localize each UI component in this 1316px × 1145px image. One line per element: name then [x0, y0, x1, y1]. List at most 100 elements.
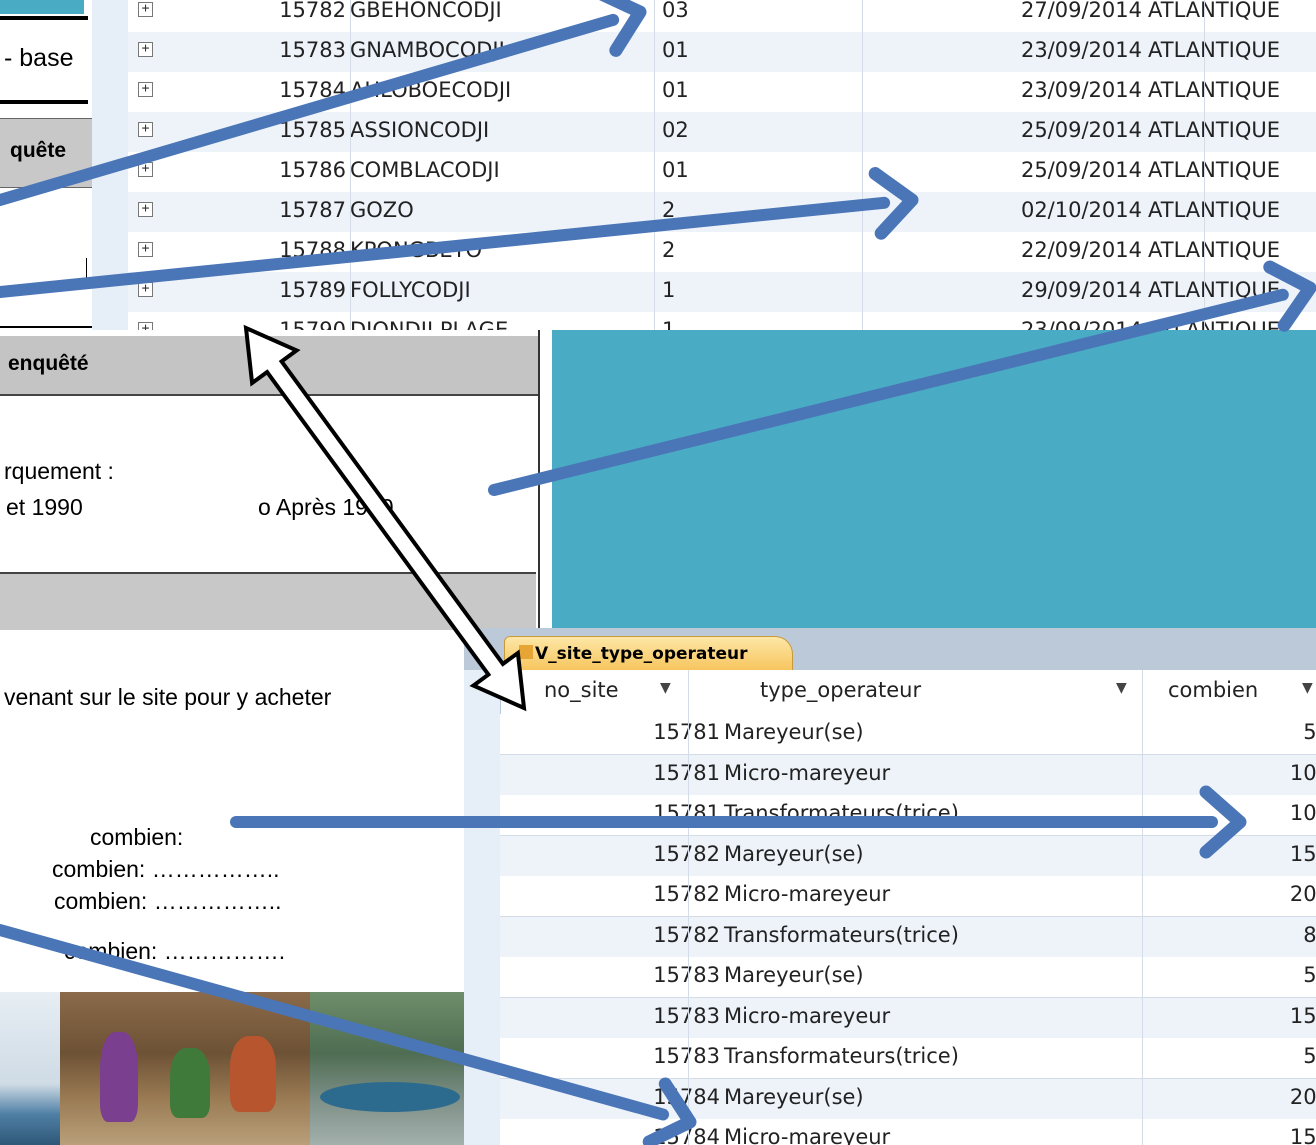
table-row[interactable]: 15781Mareyeur(se) 50: [500, 714, 1316, 755]
cell-no-site[interactable]: 15783: [580, 1004, 720, 1028]
table-row[interactable]: +15787 GOZO 2 02/10/2014 ATLANTIQUE: [128, 192, 1316, 233]
cell-no-site[interactable]: 15784: [580, 1125, 720, 1145]
cell-site-id[interactable]: 15786: [266, 158, 346, 182]
table-row[interactable]: 15782Micro-mareyeur 200: [500, 876, 1316, 917]
expand-icon[interactable]: +: [138, 42, 153, 57]
cell-no-site[interactable]: 15783: [580, 1044, 720, 1068]
cell-no-site[interactable]: 15781: [580, 801, 720, 825]
cell-code[interactable]: 02: [662, 118, 689, 142]
column-header-no-site[interactable]: no_site: [544, 678, 619, 702]
cell-site-name[interactable]: ASSIONCODJI: [350, 118, 489, 142]
table-row[interactable]: 15783Transformateurs(trice) 50: [500, 1038, 1316, 1079]
cell-type-operateur[interactable]: Mareyeur(se): [724, 963, 864, 987]
cell-combien[interactable]: 200: [1180, 1085, 1316, 1109]
table-row[interactable]: 15782Mareyeur(se) 150: [500, 835, 1316, 877]
cell-type-operateur[interactable]: Mareyeur(se): [724, 1085, 864, 1109]
cell-department[interactable]: ATLANTIQUE: [1148, 118, 1280, 142]
cell-type-operateur[interactable]: Transformateurs(trice): [724, 801, 959, 825]
cell-site-id[interactable]: 15790: [266, 318, 346, 330]
table-row[interactable]: 15783Micro-mareyeur 150: [500, 997, 1316, 1039]
cell-date[interactable]: 25/09/2014: [902, 118, 1142, 142]
cell-no-site[interactable]: 15782: [580, 882, 720, 906]
cell-code[interactable]: 01: [662, 158, 689, 182]
cell-site-id[interactable]: 15787: [266, 198, 346, 222]
cell-site-id[interactable]: 15783: [266, 38, 346, 62]
cell-type-operateur[interactable]: Micro-mareyeur: [724, 882, 890, 906]
cell-site-id[interactable]: 15788: [266, 238, 346, 262]
cell-date[interactable]: 25/09/2014: [902, 158, 1142, 182]
cell-site-id[interactable]: 15782: [266, 0, 346, 22]
cell-combien[interactable]: 50: [1180, 720, 1316, 744]
cell-department[interactable]: ATLANTIQUE: [1148, 318, 1280, 330]
table-row[interactable]: +15782 GBEHONCODJI 03 27/09/2014 ATLANTIQUE: [128, 0, 1316, 33]
cell-type-operateur[interactable]: Micro-mareyeur: [724, 1004, 890, 1028]
tab-v-site-type-operateur[interactable]: V_site_type_operateur: [504, 636, 793, 671]
cell-type-operateur[interactable]: Transformateurs(trice): [724, 1044, 959, 1068]
cell-code[interactable]: 2: [662, 238, 675, 262]
table-row[interactable]: +15789 FOLLYCODJI 1 29/09/2014 ATLANTIQUE: [128, 272, 1316, 313]
row-selector-column[interactable]: [464, 670, 501, 1145]
cell-no-site[interactable]: 15782: [580, 842, 720, 866]
cell-no-site[interactable]: 15783: [580, 963, 720, 987]
cell-site-name[interactable]: GBEHONCODJI: [350, 0, 502, 22]
cell-no-site[interactable]: 15784: [580, 1085, 720, 1109]
cell-department[interactable]: ATLANTIQUE: [1148, 0, 1280, 22]
table-row[interactable]: +15784 AHLOBOECODJI 01 23/09/2014 ATLANTIQUE: [128, 72, 1316, 113]
cell-site-name[interactable]: KPONGBETO: [350, 238, 482, 262]
table-row[interactable]: +15788 KPONGBETO 2 22/09/2014 ATLANTIQUE: [128, 232, 1316, 273]
expand-icon[interactable]: +: [138, 82, 153, 97]
cell-date[interactable]: 23/09/2014: [902, 318, 1142, 330]
cell-code[interactable]: 1: [662, 318, 675, 330]
cell-no-site[interactable]: 15782: [580, 923, 720, 947]
cell-type-operateur[interactable]: Micro-mareyeur: [724, 761, 890, 785]
expand-icon[interactable]: +: [138, 162, 153, 177]
table-row[interactable]: +15786 COMBLACODJI 01 25/09/2014 ATLANTIQUE: [128, 152, 1316, 193]
table-row[interactable]: +15785 ASSIONCODJI 02 25/09/2014 ATLANTIQUE: [128, 112, 1316, 153]
cell-combien[interactable]: 100: [1180, 801, 1316, 825]
table-row[interactable]: 15783Mareyeur(se) 50: [500, 957, 1316, 998]
cell-no-site[interactable]: 15781: [580, 761, 720, 785]
cell-department[interactable]: ATLANTIQUE: [1148, 78, 1280, 102]
cell-site-name[interactable]: GNAMBOCODJI: [350, 38, 505, 62]
cell-site-name[interactable]: FOLLYCODJI: [350, 278, 471, 302]
table-row[interactable]: +15783 GNAMBOCODJI 01 23/09/2014 ATLANTIQUE: [128, 32, 1316, 73]
cell-department[interactable]: ATLANTIQUE: [1148, 158, 1280, 182]
cell-date[interactable]: 23/09/2014: [902, 78, 1142, 102]
cell-type-operateur[interactable]: Transformateurs(trice): [724, 923, 959, 947]
cell-date[interactable]: 23/09/2014: [902, 38, 1142, 62]
expand-icon[interactable]: +: [138, 202, 153, 217]
table-row[interactable]: 15782Transformateurs(trice) 80: [500, 916, 1316, 958]
cell-combien[interactable]: 80: [1180, 923, 1316, 947]
cell-date[interactable]: 22/09/2014: [902, 238, 1142, 262]
column-header-combien[interactable]: combien: [1168, 678, 1258, 702]
cell-combien[interactable]: 50: [1180, 1044, 1316, 1068]
table-row[interactable]: 15781Transformateurs(trice) 100: [500, 795, 1316, 836]
cell-date[interactable]: 29/09/2014: [902, 278, 1142, 302]
cell-code[interactable]: 01: [662, 78, 689, 102]
cell-combien[interactable]: 50: [1180, 963, 1316, 987]
expand-icon[interactable]: +: [138, 322, 153, 330]
cell-department[interactable]: ATLANTIQUE: [1148, 198, 1280, 222]
cell-code[interactable]: 01: [662, 38, 689, 62]
cell-site-id[interactable]: 15784: [266, 78, 346, 102]
cell-site-name[interactable]: DJONDJI PLAGE: [350, 318, 508, 330]
cell-site-id[interactable]: 15789: [266, 278, 346, 302]
cell-date[interactable]: 27/09/2014: [902, 0, 1142, 22]
cell-code[interactable]: 1: [662, 278, 675, 302]
column-dropdown-icon[interactable]: ▼: [1302, 680, 1313, 696]
cell-site-name[interactable]: AHLOBOECODJI: [350, 78, 511, 102]
column-dropdown-icon[interactable]: ▼: [660, 680, 671, 696]
cell-combien[interactable]: 200: [1180, 882, 1316, 906]
cell-code[interactable]: 2: [662, 198, 675, 222]
cell-combien[interactable]: 150: [1180, 842, 1316, 866]
cell-date[interactable]: 02/10/2014: [902, 198, 1142, 222]
table-row[interactable]: 15781Micro-mareyeur 100: [500, 754, 1316, 796]
cell-combien[interactable]: 150: [1180, 1004, 1316, 1028]
row-selector-column[interactable]: [92, 0, 129, 330]
expand-icon[interactable]: +: [138, 242, 153, 257]
cell-site-name[interactable]: GOZO: [350, 198, 414, 222]
column-dropdown-icon[interactable]: ▼: [1116, 680, 1127, 696]
column-header-type-operateur[interactable]: type_operateur: [760, 678, 921, 702]
cell-combien[interactable]: 100: [1180, 761, 1316, 785]
table-row[interactable]: 15784Micro-mareyeur 150: [500, 1119, 1316, 1145]
